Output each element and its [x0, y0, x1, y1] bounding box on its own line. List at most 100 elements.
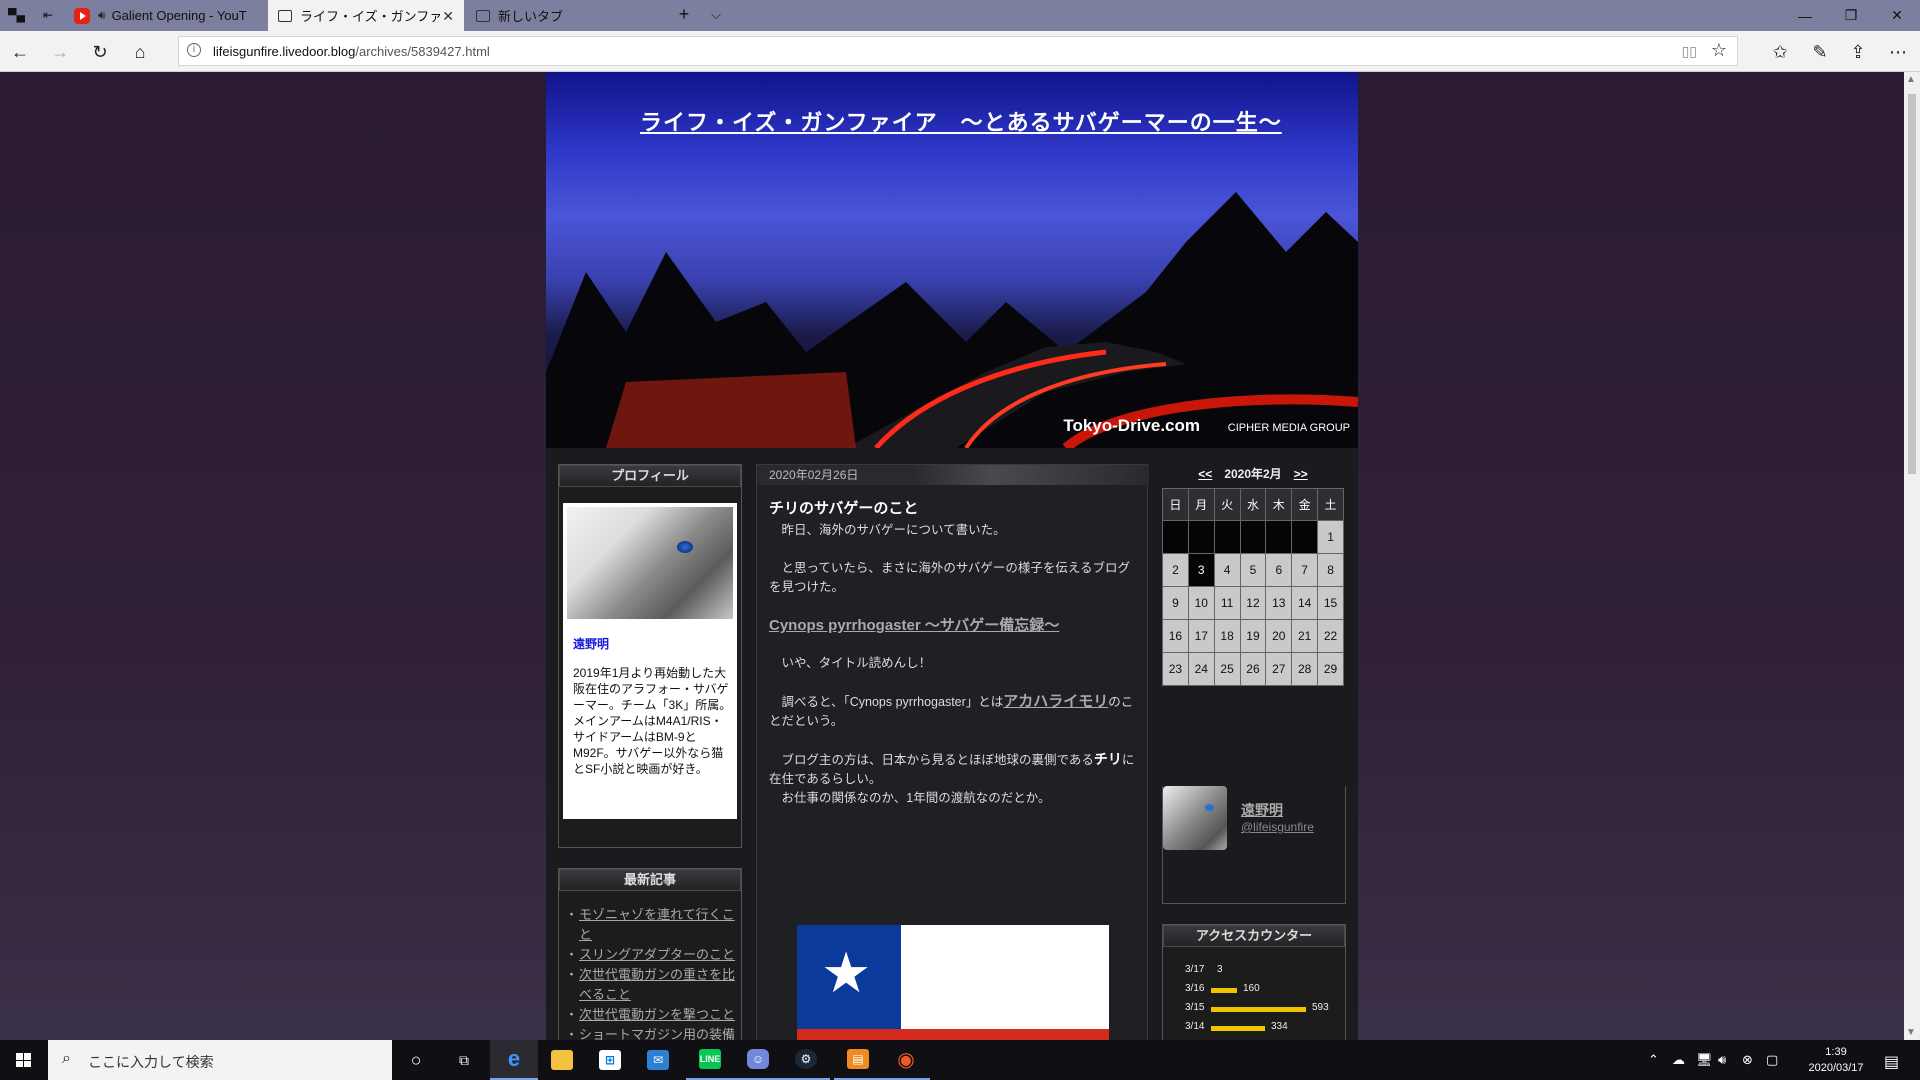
edge-icon[interactable]: e — [490, 1040, 538, 1080]
recent-post-link[interactable]: モゾニャゾを連れて行くこと — [565, 905, 741, 945]
scrollbar-thumb[interactable] — [1908, 94, 1916, 474]
recent-post-link[interactable]: 次世代電動ガンの重さを比べること — [565, 965, 741, 1005]
tab-blog[interactable]: ライフ・イズ・ガンファイア ～ ✕ — [268, 0, 464, 31]
calendar-day[interactable]: 5 — [1239, 553, 1267, 587]
calendar-day[interactable]: 13 — [1265, 586, 1293, 620]
calendar-day[interactable]: 29 — [1317, 652, 1344, 686]
refresh-icon[interactable]: ↻ — [88, 40, 112, 64]
home-icon[interactable]: ⌂ — [128, 40, 152, 64]
twitter-name[interactable]: 遠野明 — [1241, 800, 1283, 820]
calendar-day[interactable]: 19 — [1239, 619, 1267, 653]
calendar-day[interactable]: 25 — [1213, 652, 1241, 686]
twitter-widget: 遠野明 @lifeisgunfire — [1162, 786, 1346, 904]
line-icon[interactable]: LINE — [686, 1040, 734, 1080]
tab-preview-chevron-icon[interactable]: ⌵ — [704, 7, 728, 23]
store-icon[interactable]: ⊞ — [586, 1040, 634, 1080]
cortana-icon[interactable]: ○ — [392, 1040, 440, 1080]
calendar-day[interactable]: 8 — [1317, 553, 1344, 587]
calendar-day[interactable]: 17 — [1187, 619, 1215, 653]
mail-icon[interactable]: ✉ — [634, 1040, 682, 1080]
calendar-day[interactable]: 11 — [1213, 586, 1241, 620]
onedrive-icon[interactable]: ☁ — [1672, 1052, 1685, 1068]
close-tab-icon[interactable]: ✕ — [442, 8, 454, 25]
calendar-prev-link[interactable]: << — [1198, 467, 1212, 481]
blog-title[interactable]: ライフ・イズ・ガンファイア ～とあるサバゲーマーの一生～ — [640, 105, 1282, 137]
calendar-day[interactable]: 9 — [1162, 586, 1189, 620]
calendar-day[interactable]: 10 — [1187, 586, 1215, 620]
input-indicator-icon[interactable]: ▢ — [1766, 1052, 1778, 1068]
show-hidden-icons[interactable]: ⌃ — [1648, 1052, 1659, 1068]
calendar-day[interactable]: 28 — [1291, 652, 1319, 686]
address-bar[interactable]: i lifeisgunfire.livedoor.blog/archives/5… — [178, 36, 1738, 66]
back-icon[interactable]: ← — [8, 40, 32, 64]
task-view-icon[interactable]: ⧉ — [440, 1040, 488, 1080]
counter-row: 3/15 593 — [1163, 999, 1345, 1018]
tab-title: 新しいタブ — [498, 9, 564, 24]
calendar-day[interactable]: 27 — [1265, 652, 1293, 686]
calendar-day[interactable]: 22 — [1317, 619, 1344, 653]
calendar-day[interactable]: 21 — [1291, 619, 1319, 653]
defender-icon[interactable]: ⊗ — [1742, 1052, 1753, 1068]
volume-icon[interactable]: 🔊︎ — [1718, 1052, 1726, 1068]
favorite-star-icon[interactable]: ☆ — [1711, 40, 1727, 61]
paragraph: いや、タイトル読めんし！ — [769, 656, 932, 670]
twitter-avatar[interactable] — [1163, 786, 1227, 850]
favorites-icon[interactable]: ✩ — [1768, 40, 1792, 64]
profile-name[interactable]: 遠野明 — [573, 635, 609, 652]
network-icon[interactable]: 🖥︎ — [1696, 1052, 1713, 1068]
minimize-icon[interactable]: — — [1782, 0, 1828, 31]
discord-icon[interactable]: ☺ — [734, 1040, 782, 1080]
steam-icon[interactable]: ⚙ — [782, 1040, 830, 1080]
forward-icon[interactable]: → — [48, 40, 72, 64]
calendar-day[interactable]: 2 — [1162, 553, 1189, 587]
share-icon[interactable]: ⇪ — [1846, 40, 1870, 64]
new-tab-icon[interactable]: + — [672, 4, 696, 25]
calendar-day[interactable]: 26 — [1239, 652, 1267, 686]
app-icon[interactable]: ▤ — [834, 1040, 882, 1080]
cynops-blog-link[interactable]: Cynops pyrrhogaster ～サバゲー備忘録～ — [769, 616, 1141, 635]
tab-actions-icon[interactable]: ▀▄ — [8, 8, 25, 22]
file-explorer-icon[interactable] — [538, 1040, 586, 1080]
calendar-day[interactable]: 15 — [1317, 586, 1344, 620]
action-center-icon[interactable]: ▤ — [1884, 1052, 1899, 1072]
calendar-day[interactable]: 23 — [1162, 652, 1189, 686]
recent-post-link[interactable]: ショートマガジン用の装備にすること — [565, 1025, 741, 1040]
tab-youtube[interactable]: 🔊︎ Galient Opening - YouT — [64, 0, 268, 31]
weekday-header: 日 — [1162, 488, 1189, 521]
calendar-day[interactable]: 18 — [1213, 619, 1241, 653]
calendar-day[interactable]: 14 — [1291, 586, 1319, 620]
twitter-handle[interactable]: @lifeisgunfire — [1241, 820, 1314, 834]
calendar-day[interactable]: 7 — [1291, 553, 1319, 587]
akahara-imori-link[interactable]: アカハライモリ — [1003, 693, 1108, 710]
calendar-day[interactable]: 20 — [1265, 619, 1293, 653]
weekday-header: 火 — [1213, 488, 1241, 521]
calendar-day[interactable]: 4 — [1213, 553, 1241, 587]
article-title[interactable]: チリのサバゲーのこと — [769, 497, 918, 518]
page-scrollbar[interactable]: ▲ ▼ — [1904, 72, 1920, 1040]
more-icon[interactable]: ⋯ — [1886, 40, 1910, 64]
recent-post-link[interactable]: スリングアダプターのこと — [565, 945, 741, 965]
calendar-day[interactable]: 3 — [1187, 553, 1215, 587]
notes-pen-icon[interactable]: ✎ — [1808, 40, 1832, 64]
counter-date: 3/17 — [1185, 964, 1205, 975]
calendar-day[interactable]: 1 — [1317, 520, 1344, 554]
reading-view-icon[interactable]: ▯▯ — [1682, 43, 1697, 60]
set-aside-tabs-icon[interactable]: ⇤ — [40, 8, 56, 22]
calendar-day[interactable]: 6 — [1265, 553, 1293, 587]
recent-post-link[interactable]: 次世代電動ガンを撃つこと — [565, 1005, 741, 1025]
calendar-day[interactable]: 12 — [1239, 586, 1267, 620]
weekday-header: 水 — [1239, 488, 1267, 521]
clock-date: 2020/03/17 — [1808, 1062, 1864, 1074]
maps-icon[interactable]: ◉ — [882, 1040, 930, 1080]
taskbar-search[interactable]: ⌕ ここに入力して検索 — [48, 1040, 392, 1080]
calendar-next-link[interactable]: >> — [1294, 467, 1308, 481]
start-button[interactable] — [0, 1040, 48, 1080]
site-info-icon[interactable]: i — [187, 43, 201, 57]
audio-playing-icon[interactable]: 🔊︎ — [98, 8, 106, 23]
calendar-day[interactable]: 24 — [1187, 652, 1215, 686]
restore-icon[interactable]: ❐ — [1828, 0, 1874, 31]
clock[interactable]: 1:39 2020/03/17 — [1790, 1044, 1882, 1076]
close-window-icon[interactable]: ✕ — [1874, 0, 1920, 31]
tab-newtab[interactable]: 新しいタブ — [466, 0, 666, 31]
calendar-day[interactable]: 16 — [1162, 619, 1189, 653]
